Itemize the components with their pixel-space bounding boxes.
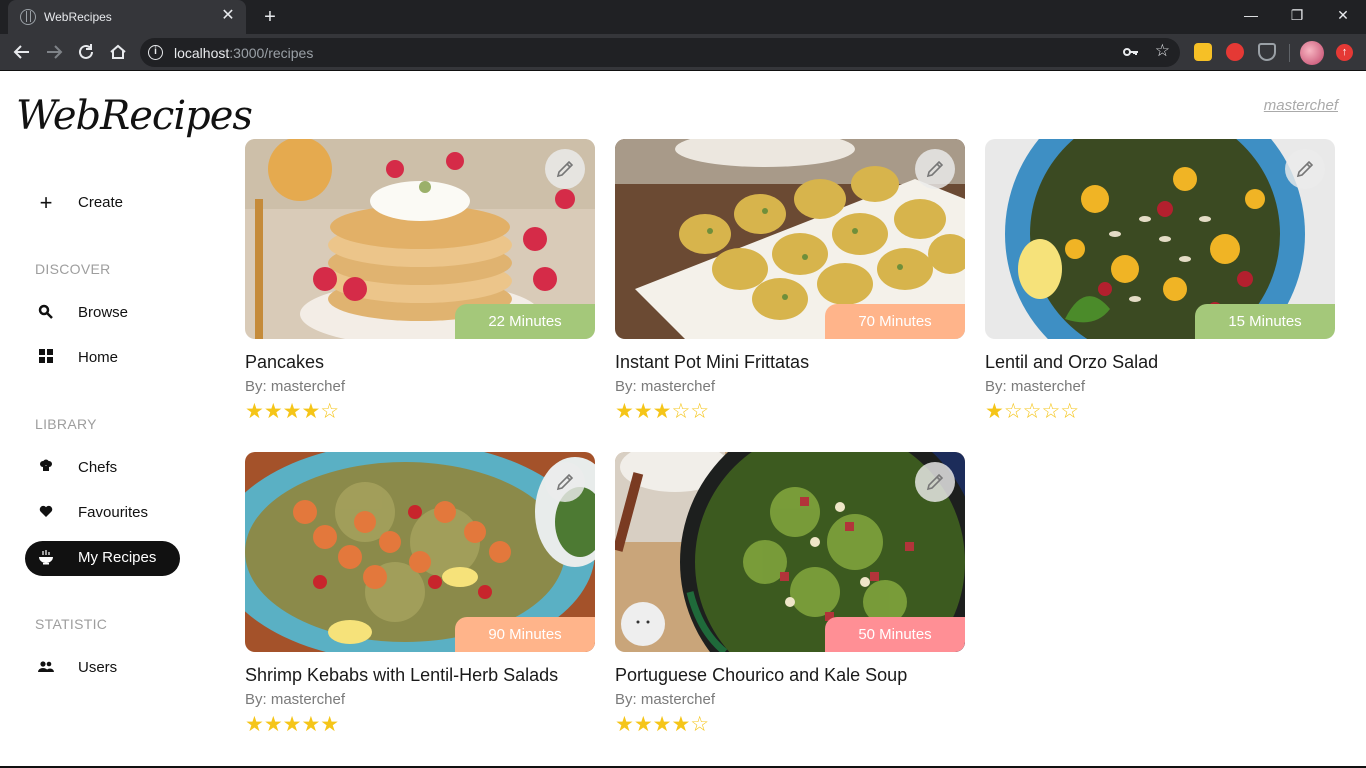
time-badge: 50 Minutes bbox=[825, 617, 965, 652]
sidebar-item-chefs[interactable]: Chefs bbox=[25, 451, 180, 486]
extension-notes-icon[interactable] bbox=[1194, 43, 1212, 61]
browser-tab-strip: WebRecipes ✕ + — ❐ ✕ bbox=[0, 0, 1366, 34]
pencil-icon bbox=[926, 473, 944, 491]
globe-icon bbox=[20, 9, 36, 25]
reload-icon[interactable] bbox=[73, 39, 99, 65]
heart-icon bbox=[37, 504, 55, 522]
address-bar[interactable]: i localhost:3000/recipes ☆ bbox=[140, 38, 1180, 67]
recipe-image[interactable]: 50 Minutes bbox=[615, 452, 965, 652]
sidebar-item-label: Browse bbox=[78, 304, 129, 321]
edit-button[interactable] bbox=[1285, 149, 1325, 189]
window-close-icon[interactable]: ✕ bbox=[1320, 0, 1366, 30]
section-title-discover: DISCOVER bbox=[35, 261, 111, 277]
sidebar-item-create[interactable]: + Create bbox=[25, 186, 180, 221]
recipe-image[interactable]: 15 Minutes bbox=[985, 139, 1335, 339]
sidebar-item-home[interactable]: Home bbox=[25, 341, 180, 376]
recipe-card[interactable]: 50 Minutes Portuguese Chourico and Kale … bbox=[615, 452, 965, 742]
sidebar-item-label: Favourites bbox=[78, 504, 149, 521]
edit-button[interactable] bbox=[545, 149, 585, 189]
recipe-image[interactable]: 22 Minutes bbox=[245, 139, 595, 339]
restore-icon[interactable]: ❐ bbox=[1274, 0, 1320, 30]
pencil-icon bbox=[556, 160, 574, 178]
sidebar: + Create DISCOVER Browse Home LIBRARY Ch… bbox=[0, 71, 215, 768]
page: WebRecipes masterchef + Create DISCOVER … bbox=[0, 71, 1366, 768]
recipe-card[interactable]: 90 Minutes Shrimp Kebabs with Lentil-Her… bbox=[245, 452, 595, 742]
profile-avatar[interactable] bbox=[1300, 41, 1324, 65]
minimize-icon[interactable]: — bbox=[1228, 0, 1274, 30]
time-badge: 70 Minutes bbox=[825, 304, 965, 339]
recipe-image[interactable]: 90 Minutes bbox=[245, 452, 595, 652]
sidebar-item-label: My Recipes bbox=[78, 549, 157, 566]
back-icon[interactable] bbox=[9, 39, 35, 65]
rating-stars: ★★★★☆ bbox=[245, 400, 340, 423]
sidebar-item-label: Create bbox=[78, 194, 124, 211]
update-icon[interactable]: ↑ bbox=[1336, 44, 1353, 61]
plus-icon: + bbox=[39, 190, 53, 215]
edit-button[interactable] bbox=[545, 462, 585, 502]
recipe-title[interactable]: Pancakes bbox=[245, 352, 324, 373]
url-text[interactable]: localhost:3000/recipes bbox=[174, 45, 313, 61]
section-title-statistic: STATISTIC bbox=[35, 616, 108, 632]
recipe-author: By: masterchef bbox=[615, 378, 716, 395]
recipe-author: By: masterchef bbox=[985, 378, 1086, 395]
search-icon bbox=[37, 304, 55, 322]
sidebar-item-favourites[interactable]: Favourites bbox=[25, 496, 180, 531]
users-icon bbox=[37, 659, 55, 677]
rating-stars: ★★★★☆ bbox=[615, 713, 710, 736]
recipe-image[interactable]: 70 Minutes bbox=[615, 139, 965, 339]
sidebar-item-my-recipes[interactable]: My Recipes bbox=[25, 541, 180, 576]
pencil-icon bbox=[926, 160, 944, 178]
browser-toolbar: i localhost:3000/recipes ☆ ↑ bbox=[0, 34, 1366, 71]
browser-tab[interactable]: WebRecipes ✕ bbox=[8, 0, 246, 34]
sidebar-item-label: Chefs bbox=[78, 459, 118, 476]
sidebar-item-label: Users bbox=[78, 659, 118, 676]
time-badge: 22 Minutes bbox=[455, 304, 595, 339]
bowl-icon bbox=[37, 549, 55, 567]
recipe-author: By: masterchef bbox=[245, 691, 346, 708]
pencil-icon bbox=[1296, 160, 1314, 178]
recipe-author: By: masterchef bbox=[245, 378, 346, 395]
tab-title: WebRecipes bbox=[44, 10, 112, 24]
recipe-card[interactable]: 22 Minutes Pancakes By: masterchef ★★★★☆ bbox=[245, 139, 595, 429]
sidebar-item-label: Home bbox=[78, 349, 119, 366]
sidebar-item-users[interactable]: Users bbox=[25, 651, 180, 686]
time-badge: 15 Minutes bbox=[1195, 304, 1335, 339]
recipe-card[interactable]: 15 Minutes Lentil and Orzo Salad By: mas… bbox=[985, 139, 1335, 429]
recipe-title[interactable]: Instant Pot Mini Frittatas bbox=[615, 352, 809, 373]
sidebar-item-browse[interactable]: Browse bbox=[25, 296, 180, 331]
new-tab-button[interactable]: + bbox=[258, 5, 282, 29]
recipe-author: By: masterchef bbox=[615, 691, 716, 708]
home-icon[interactable] bbox=[105, 39, 131, 65]
recipe-title[interactable]: Lentil and Orzo Salad bbox=[985, 352, 1158, 373]
forward-icon[interactable] bbox=[41, 39, 67, 65]
toolbar-divider bbox=[1289, 44, 1290, 62]
rating-stars: ★★★☆☆ bbox=[615, 400, 710, 423]
chef-hat-icon bbox=[37, 459, 55, 477]
section-title-library: LIBRARY bbox=[35, 416, 97, 432]
recipe-title[interactable]: Portuguese Chourico and Kale Soup bbox=[615, 665, 907, 686]
grid-icon bbox=[37, 349, 55, 367]
recipe-card[interactable]: 70 Minutes Instant Pot Mini Frittatas By… bbox=[615, 139, 965, 429]
rating-stars: ★☆☆☆☆ bbox=[985, 400, 1080, 423]
pencil-icon bbox=[556, 473, 574, 491]
user-link[interactable]: masterchef bbox=[1264, 97, 1338, 114]
extension-hand-icon[interactable] bbox=[1226, 43, 1244, 61]
edit-button[interactable] bbox=[915, 149, 955, 189]
time-badge: 90 Minutes bbox=[455, 617, 595, 652]
rating-stars: ★★★★★ bbox=[245, 713, 340, 736]
info-icon[interactable]: i bbox=[148, 45, 163, 60]
key-icon[interactable] bbox=[1122, 43, 1140, 64]
extension-shield-icon[interactable] bbox=[1258, 43, 1276, 61]
edit-button[interactable] bbox=[915, 462, 955, 502]
recipe-title[interactable]: Shrimp Kebabs with Lentil-Herb Salads bbox=[245, 665, 558, 686]
tab-close-icon[interactable]: ✕ bbox=[218, 6, 238, 26]
star-icon[interactable]: ☆ bbox=[1155, 41, 1170, 61]
